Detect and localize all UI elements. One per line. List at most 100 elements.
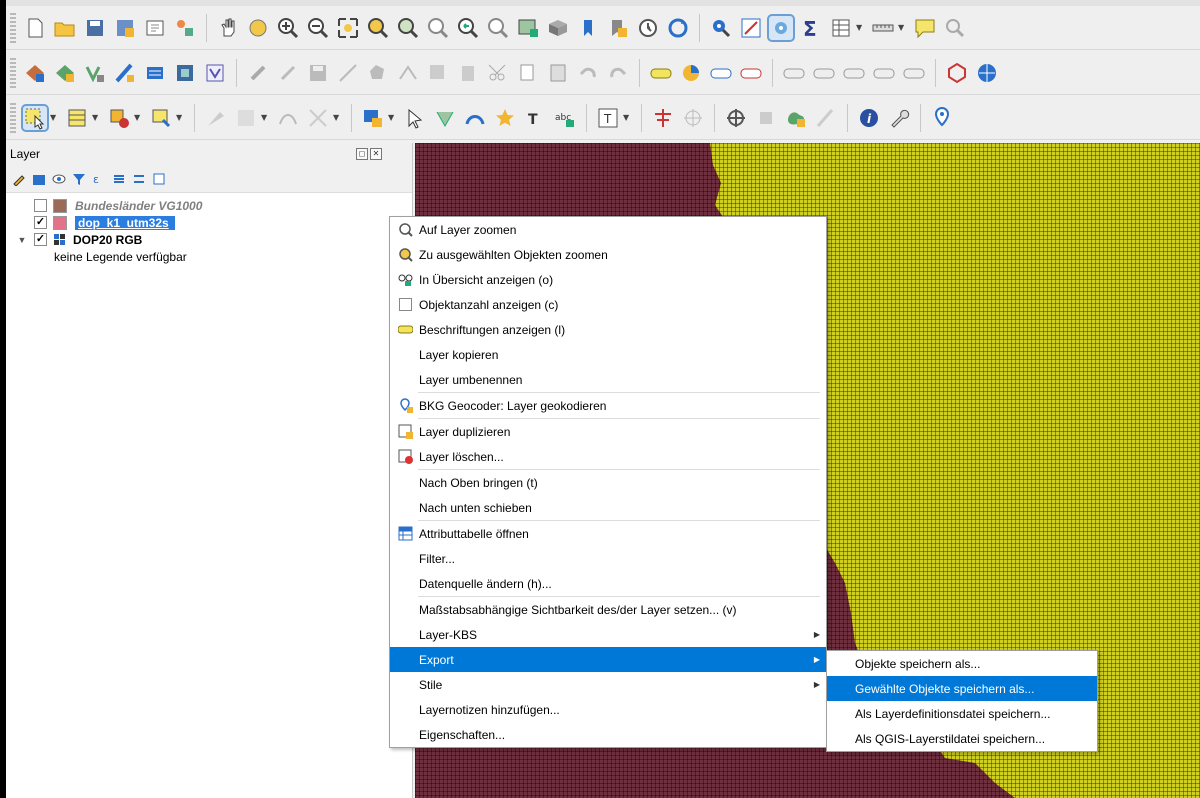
zoom-to-layer-icon[interactable] — [396, 16, 420, 40]
add-raster-layer-icon[interactable] — [113, 61, 137, 85]
label-toolbar-icon[interactable] — [361, 106, 385, 130]
menu-item-delete-layer[interactable]: Layer löschen... — [390, 444, 826, 469]
label-pin-icon[interactable] — [709, 61, 733, 85]
remove-layer-icon[interactable] — [152, 172, 166, 186]
search-icon[interactable] — [943, 16, 967, 40]
zoom-next-icon[interactable] — [486, 16, 510, 40]
menu-item-rename-layer[interactable]: Layer umbenennen — [390, 367, 826, 392]
layer-item-dop20[interactable]: ▼ ✓ DOP20 RGB — [6, 231, 412, 248]
menu-item-move-to-bottom[interactable]: Nach unten schieben — [390, 495, 826, 520]
multi-edit-icon[interactable] — [426, 61, 450, 85]
manage-visibility-icon[interactable] — [52, 172, 66, 186]
new-map-view-icon[interactable] — [516, 16, 540, 40]
attribute-table-toolbar-icon[interactable] — [829, 16, 853, 40]
menu-item-filter[interactable]: Filter... — [390, 546, 826, 571]
text-annotation-icon[interactable] — [433, 106, 457, 130]
copy-features-icon[interactable] — [516, 61, 540, 85]
plugin-tool-icon[interactable] — [754, 106, 778, 130]
menu-item-show-labels[interactable]: Beschriftungen anzeigen (l) — [390, 317, 826, 342]
zoom-out-icon[interactable] — [306, 16, 330, 40]
label-properties-icon[interactable] — [902, 61, 926, 85]
menu-item-save-selected-features-as[interactable]: Gewählte Objekte speichern als... — [827, 676, 1097, 701]
toolbar-grip[interactable] — [10, 57, 16, 88]
info-icon[interactable]: i — [857, 106, 881, 130]
refresh-icon[interactable] — [666, 16, 690, 40]
label-hide-icon[interactable] — [739, 61, 763, 85]
redo-icon[interactable] — [606, 61, 630, 85]
menu-item-duplicate-layer[interactable]: Layer duplizieren — [390, 419, 826, 444]
globe-icon[interactable] — [975, 61, 999, 85]
menu-item-layer-crs[interactable]: Layer-KBS ▶ — [390, 622, 826, 647]
dropdown-arrow-icon[interactable]: ▼ — [261, 106, 269, 130]
pan-icon[interactable] — [216, 16, 240, 40]
add-layer-icon[interactable] — [53, 61, 77, 85]
measure-icon[interactable] — [739, 16, 763, 40]
menu-item-change-data-source[interactable]: Datenquelle ändern (h)... — [390, 571, 826, 596]
dropdown-arrow-icon[interactable]: ▼ — [50, 106, 58, 130]
menu-item-add-layer-notes[interactable]: Layernotizen hinzufügen... — [390, 697, 826, 722]
new-project-icon[interactable] — [23, 16, 47, 40]
layer-style-icon[interactable] — [12, 172, 26, 187]
abc-annotation-icon[interactable]: abc — [553, 106, 577, 130]
temporal-controller-icon[interactable] — [636, 16, 660, 40]
statistical-summary-icon[interactable]: Σ — [799, 16, 823, 41]
label-change-icon[interactable] — [872, 61, 896, 85]
dropdown-arrow-icon[interactable]: ▼ — [134, 106, 142, 130]
route-icon[interactable] — [814, 106, 838, 130]
menu-item-save-features-as[interactable]: Objekte speichern als... — [827, 651, 1097, 676]
paste-features-icon[interactable] — [546, 61, 570, 85]
label-move-icon[interactable] — [782, 61, 806, 85]
new-3d-view-icon[interactable] — [546, 16, 570, 40]
snap-icon[interactable] — [724, 106, 748, 130]
menu-item-show-feature-count[interactable]: Objektanzahl anzeigen (c) — [390, 292, 826, 317]
advanced-digitize-icon[interactable] — [204, 106, 228, 130]
add-virtual-layer-icon[interactable] — [203, 61, 227, 85]
menu-item-open-attribute-table[interactable]: Attributtabelle öffnen — [390, 521, 826, 546]
measure-line-icon[interactable] — [871, 16, 895, 40]
pan-to-selection-icon[interactable] — [246, 16, 270, 40]
label-tool-icon[interactable] — [649, 61, 673, 85]
deselect-icon[interactable] — [107, 106, 131, 130]
geocode-pin-icon[interactable] — [930, 106, 954, 130]
zoom-native-icon[interactable] — [426, 16, 450, 40]
menu-item-save-qgis-style[interactable]: Als QGIS-Layerstildatei speichern... — [827, 726, 1097, 751]
dropdown-arrow-icon[interactable]: ▼ — [856, 16, 864, 40]
text-tool-icon[interactable]: T — [523, 106, 547, 130]
close-panel-button[interactable]: ✕ — [370, 148, 382, 160]
add-spatialite-icon[interactable] — [173, 61, 197, 85]
topology-checker-icon[interactable] — [945, 61, 969, 85]
zoom-in-icon[interactable] — [276, 16, 300, 40]
float-panel-button[interactable]: ◻ — [356, 148, 368, 160]
digitize-icon[interactable] — [336, 61, 360, 85]
style-manager-icon[interactable] — [173, 16, 197, 40]
save-as-icon[interactable] — [113, 16, 137, 40]
layer-visibility-checkbox[interactable]: ✓ — [34, 216, 47, 229]
menu-item-save-layer-definition[interactable]: Als Layerdefinitionsdatei speichern... — [827, 701, 1097, 726]
layer-item-bundeslaender[interactable]: Bundesländer VG1000 — [6, 197, 412, 214]
menu-item-show-in-overview[interactable]: In Übersicht anzeigen (o) — [390, 267, 826, 292]
undo-icon[interactable] — [576, 61, 600, 85]
text-frame-icon[interactable]: T — [596, 106, 620, 130]
show-bookmarks-icon[interactable] — [606, 16, 630, 40]
label-rotate-icon[interactable] — [842, 61, 866, 85]
menu-item-properties[interactable]: Eigenschaften... — [390, 722, 826, 747]
bookmark-icon[interactable] — [576, 16, 600, 40]
add-delimited-text-icon[interactable] — [143, 61, 167, 85]
target-icon[interactable] — [681, 106, 705, 130]
dropdown-arrow-icon[interactable]: ▼ — [176, 106, 184, 130]
wrench-icon[interactable] — [887, 106, 911, 130]
vertex-tool-icon[interactable] — [396, 61, 420, 85]
star-icon[interactable] — [493, 106, 517, 130]
open-project-icon[interactable] — [53, 16, 77, 40]
dropdown-arrow-icon[interactable]: ▼ — [898, 16, 906, 40]
print-layout-icon[interactable] — [143, 16, 167, 40]
add-group-icon[interactable] — [32, 172, 46, 186]
map-tips-icon[interactable] — [913, 16, 937, 40]
select-features-icon[interactable] — [21, 103, 49, 132]
filter-expression-icon[interactable]: ε — [92, 172, 106, 186]
rotate-feature-icon[interactable] — [234, 106, 258, 130]
menu-item-export[interactable]: Export ▶ — [390, 647, 826, 672]
save-edits-icon[interactable] — [306, 61, 330, 85]
align-icon[interactable] — [651, 106, 675, 130]
add-vector-layer-icon[interactable] — [83, 61, 107, 85]
